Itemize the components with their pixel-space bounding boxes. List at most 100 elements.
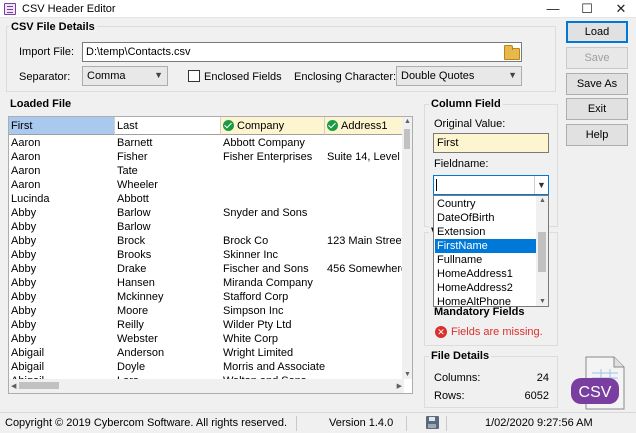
table-cell[interactable] [325,360,404,374]
column-header-address1[interactable]: Address1 [325,117,404,135]
table-row[interactable]: Abigail Doyle Morris and Associates [9,360,404,374]
save-button[interactable]: Save [566,47,628,69]
table-cell[interactable]: White Corp [221,332,325,346]
table-cell[interactable]: Stafford Corp [221,290,325,304]
table-cell[interactable]: Skinner Inc [221,248,325,262]
table-cell[interactable]: Abigail [9,346,115,360]
table-cell[interactable]: Fischer and Sons [221,262,325,276]
scroll-up-arrow-icon[interactable]: ▲ [539,197,546,204]
table-cell[interactable]: Abby [9,304,115,318]
fieldname-option[interactable]: HomeAddress2 [435,281,536,295]
fieldname-option[interactable]: Fullname [435,253,536,267]
table-cell[interactable]: Miranda Company [221,276,325,290]
scroll-thumb[interactable] [404,129,410,149]
table-row[interactable]: Abigail Anderson Wright Limited [9,346,404,360]
fieldname-option[interactable]: HomeAddress1 [435,267,536,281]
table-row[interactable]: Abby Barlow Snyder and Sons [9,206,404,220]
table-cell[interactable] [325,318,404,332]
table-cell[interactable] [325,192,404,206]
table-row[interactable]: Abby Brooks Skinner Inc [9,248,404,262]
table-cell[interactable] [325,290,404,304]
table-cell[interactable]: Abbott Company [221,136,325,150]
minimize-button[interactable]: — [536,0,570,18]
table-cell[interactable]: Moore [115,304,221,318]
table-cell[interactable] [221,164,325,178]
table-cell[interactable]: Aaron [9,178,115,192]
fieldname-option[interactable]: DateOfBirth [435,211,536,225]
table-row[interactable]: Abby Webster White Corp [9,332,404,346]
table-cell[interactable]: Morris and Associates [221,360,325,374]
enclosing-character-select[interactable]: Double Quotes ▼ [396,66,522,86]
table-cell[interactable]: Reilly [115,318,221,332]
scroll-right-arrow-icon[interactable]: ▶ [397,382,402,390]
table-cell[interactable]: Brooks [115,248,221,262]
table-row[interactable]: Aaron Barnett Abbott Company [9,136,404,150]
fieldname-combo[interactable]: ▼ [433,175,549,195]
separator-select[interactable]: Comma ▼ [82,66,168,86]
scroll-down-arrow-icon[interactable]: ▼ [539,298,546,305]
table-cell[interactable] [325,164,404,178]
table-cell[interactable] [325,206,404,220]
enclosed-fields-checkbox[interactable] [188,70,200,82]
table-row[interactable]: Aaron Wheeler [9,178,404,192]
table-cell[interactable]: Abby [9,248,115,262]
scroll-up-arrow-icon[interactable]: ▲ [404,118,411,125]
table-cell[interactable]: Hansen [115,276,221,290]
table-cell[interactable]: Abby [9,262,115,276]
table-cell[interactable] [325,346,404,360]
table-cell[interactable]: Aaron [9,136,115,150]
maximize-button[interactable]: ☐ [570,0,604,18]
table-cell[interactable] [325,220,404,234]
column-header-company[interactable]: Company [221,117,325,135]
table-cell[interactable] [325,304,404,318]
table-cell[interactable]: Abbott [115,192,221,206]
table-cell[interactable] [325,248,404,262]
fieldname-dropdown-list[interactable]: Country DateOfBirth Extension FirstName Full… [433,195,549,307]
table-cell[interactable]: Brock [115,234,221,248]
table-cell[interactable]: Abby [9,220,115,234]
table-cell[interactable]: Fisher [115,150,221,164]
table-cell[interactable]: Aaron [9,164,115,178]
grid-vertical-scrollbar[interactable]: ▲ ▼ [402,117,412,379]
exit-button[interactable]: Exit [566,98,628,120]
table-cell[interactable]: Suite 14, Level 2 [325,150,404,164]
table-cell[interactable]: Lucinda [9,192,115,206]
table-cell[interactable]: Snyder and Sons [221,206,325,220]
table-cell[interactable]: 456 Somewhere [325,262,404,276]
scroll-thumb[interactable] [538,232,546,272]
chevron-down-icon[interactable]: ▼ [534,176,548,194]
table-row[interactable]: Abby Hansen Miranda Company [9,276,404,290]
table-cell[interactable]: Drake [115,262,221,276]
table-cell[interactable]: Wright Limited [221,346,325,360]
table-cell[interactable]: Aaron [9,150,115,164]
fieldname-option[interactable]: Country [435,197,536,211]
table-cell[interactable]: Abigail [9,360,115,374]
table-cell[interactable]: Wheeler [115,178,221,192]
table-cell[interactable]: Anderson [115,346,221,360]
table-cell[interactable]: Fisher Enterprises [221,150,325,164]
table-cell[interactable] [325,276,404,290]
scroll-down-arrow-icon[interactable]: ▼ [404,371,411,378]
table-row[interactable]: Aaron Fisher Fisher Enterprises Suite 14, L… [9,150,404,164]
table-cell[interactable]: Barlow [115,220,221,234]
save-as-button[interactable]: Save As [566,73,628,95]
table-cell[interactable]: Mckinney [115,290,221,304]
table-cell[interactable] [325,136,404,150]
table-cell[interactable]: Wilder Pty Ltd [221,318,325,332]
table-cell[interactable] [221,192,325,206]
table-row[interactable]: Abby Moore Simpson Inc [9,304,404,318]
help-button[interactable]: Help [566,124,628,146]
dropdown-scrollbar[interactable]: ▲ ▼ [536,196,548,306]
table-cell[interactable] [325,178,404,192]
close-button[interactable]: ✕ [604,0,636,18]
column-header-first[interactable]: First [9,117,115,135]
table-cell[interactable]: Abby [9,276,115,290]
table-cell[interactable]: 123 Main Street [325,234,404,248]
table-row[interactable]: Abby Mckinney Stafford Corp [9,290,404,304]
table-cell[interactable] [221,220,325,234]
browse-button[interactable] [500,42,522,62]
grid-horizontal-scrollbar[interactable]: ◀ ▶ [9,379,404,393]
table-cell[interactable]: Abby [9,234,115,248]
fieldname-option[interactable]: Extension [435,225,536,239]
table-cell[interactable]: Barlow [115,206,221,220]
